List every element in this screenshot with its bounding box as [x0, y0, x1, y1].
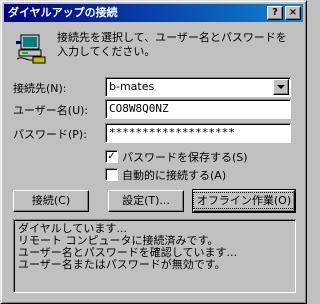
auto-connect-label[interactable]: 自動的に接続する(A) — [122, 167, 226, 183]
dialup-dialog: ダイヤルアップの接続 ? × 接続先を選択して、ユーザー名とパスワードを入力して… — [0, 0, 307, 304]
status-log: ダイヤルしています... リモート コンピュータに接続済みです。 ユーザー名とパ… — [13, 219, 296, 293]
work-offline-button-label: オフライン作業(O) — [192, 192, 296, 209]
username-field[interactable]: CO8W8Q0NZ — [105, 99, 291, 119]
work-offline-button[interactable]: オフライン作業(O) — [192, 189, 296, 213]
instructions-text: 接続先を選択して、ユーザー名とパスワードを入力してください。 — [57, 31, 287, 58]
window-title: ダイヤルアップの接続 — [8, 6, 118, 19]
connect-button[interactable]: 接続(C) — [13, 190, 89, 212]
close-button[interactable]: × — [285, 6, 301, 20]
connect-to-label: 接続先(N): — [13, 82, 67, 95]
help-button[interactable]: ? — [267, 6, 283, 20]
auto-connect-checkbox[interactable] — [105, 168, 118, 181]
password-field[interactable]: ******************* — [105, 123, 291, 143]
title-bar[interactable]: ダイヤルアップの接続 ? × — [4, 4, 303, 22]
settings-button-label: 設定(T)... — [122, 194, 170, 207]
settings-button[interactable]: 設定(T)... — [108, 190, 184, 212]
dialup-computer-icon — [15, 33, 47, 65]
connect-button-label: 接続(C) — [31, 194, 71, 207]
password-label: パスワード(P): — [13, 128, 87, 141]
username-label: ユーザー名(U): — [13, 104, 89, 117]
save-password-label[interactable]: パスワードを保存する(S) — [122, 149, 248, 165]
connect-to-value: b-mates — [109, 80, 155, 93]
save-password-checkbox[interactable]: ✓ — [105, 150, 118, 163]
status-line: ユーザー名またはパスワードが無効です。 — [18, 258, 226, 271]
connect-to-select[interactable]: b-mates — [105, 77, 291, 97]
chevron-down-icon[interactable] — [273, 79, 289, 95]
